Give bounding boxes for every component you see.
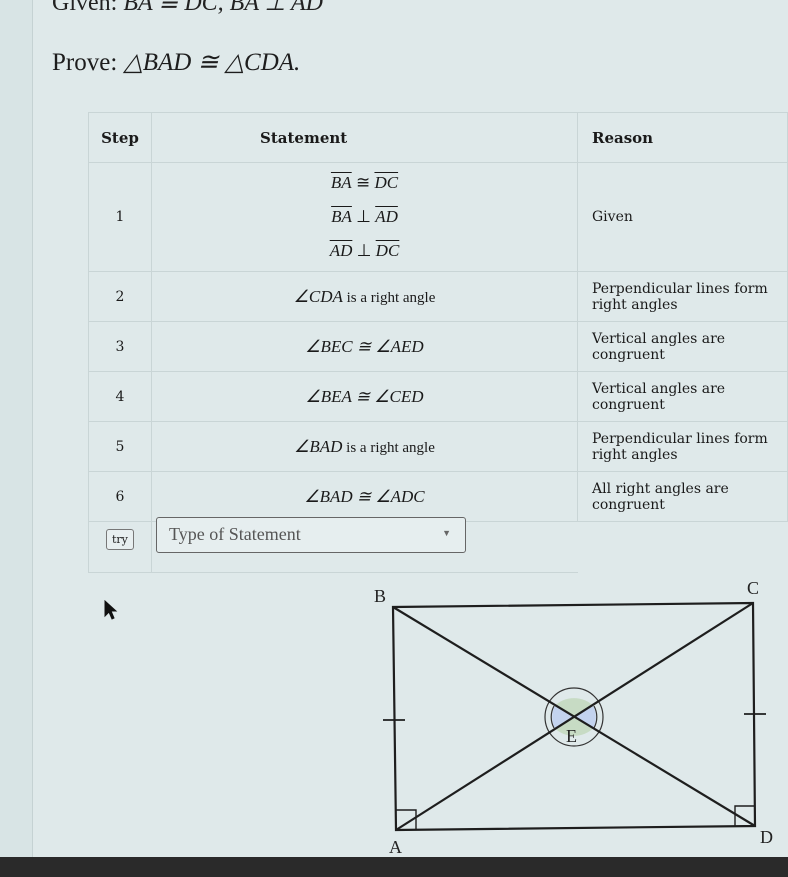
label-b: B bbox=[374, 586, 386, 606]
step-number: 6 bbox=[88, 471, 152, 522]
header-statement: Statement bbox=[151, 112, 578, 163]
label-a: A bbox=[389, 837, 402, 857]
statement-text: is a right angle bbox=[342, 439, 435, 456]
given-label: Given: bbox=[52, 0, 118, 16]
reason-cell: Given bbox=[577, 162, 788, 272]
reason-cell: Vertical angles are congruent bbox=[577, 371, 788, 422]
header-step: Step bbox=[88, 112, 152, 163]
statement-cell: ∠CDA is a right angle bbox=[151, 271, 578, 322]
step-number: 2 bbox=[88, 271, 152, 322]
statement-math: ∠BAD ≅ ∠ADC bbox=[304, 486, 425, 506]
statement-text: is a right angle bbox=[342, 289, 436, 306]
rectangle-diagram: B C A D E bbox=[374, 578, 773, 857]
header-reason: Reason bbox=[577, 112, 788, 163]
screen-bottom-bezel bbox=[0, 857, 788, 877]
mouse-cursor-icon bbox=[104, 600, 118, 620]
statement-math: ∠CDA bbox=[293, 286, 343, 306]
reason-cell: Vertical angles are congruent bbox=[577, 321, 788, 372]
left-margin-strip bbox=[0, 0, 33, 877]
statement-math: ∠BEA ≅ ∠CED bbox=[305, 386, 424, 406]
empty-reason-cell bbox=[578, 522, 788, 573]
statement-line: BA ⊥ AD bbox=[331, 207, 398, 226]
statement-cell: ∠BEC ≅ ∠AED bbox=[151, 321, 578, 372]
prove-math: △BAD ≅ △CDA. bbox=[123, 49, 301, 76]
table-header-row: Step Statement Reason bbox=[88, 112, 788, 163]
statement-type-select[interactable]: Type of Statement ▼ bbox=[156, 517, 466, 553]
given-text: BA ≅ DC, BA ⊥ AD bbox=[123, 0, 324, 16]
step-number: 5 bbox=[88, 421, 152, 472]
step-number: 1 bbox=[88, 162, 152, 272]
statement-cell: ∠BAD ≅ ∠ADC bbox=[151, 471, 578, 522]
statement-math: ∠BEC ≅ ∠AED bbox=[305, 336, 424, 356]
statement-cell: ∠BEA ≅ ∠CED bbox=[151, 371, 578, 422]
proof-table: Step Statement Reason 1 BA ≅ DC BA ⊥ AD … bbox=[88, 112, 788, 573]
statement-cell: ∠BAD is a right angle bbox=[151, 421, 578, 472]
table-row: 2 ∠CDA is a right angle Perpendicular li… bbox=[88, 271, 788, 322]
given-statement: Given: BA ≅ DC, BA ⊥ AD bbox=[52, 0, 323, 17]
try-button[interactable]: try bbox=[106, 529, 134, 550]
caret-down-icon: ▼ bbox=[442, 528, 451, 538]
prove-label: Prove: bbox=[52, 49, 118, 76]
step-number: 4 bbox=[88, 371, 152, 422]
reason-cell: Perpendicular lines form right angles bbox=[577, 271, 788, 322]
statement-line: AD ⊥ DC bbox=[329, 241, 400, 260]
label-c: C bbox=[747, 578, 759, 598]
label-d: D bbox=[760, 827, 773, 847]
try-button-wrap: try bbox=[106, 528, 134, 550]
prove-statement: Prove: △BAD ≅ △CDA. bbox=[52, 47, 300, 77]
reason-cell: Perpendicular lines form right angles bbox=[577, 421, 788, 472]
table-row: 3 ∠BEC ≅ ∠AED Vertical angles are congru… bbox=[88, 321, 788, 372]
label-e: E bbox=[566, 726, 577, 746]
table-row: 1 BA ≅ DC BA ⊥ AD AD ⊥ DC Given bbox=[88, 162, 788, 272]
table-row: 6 ∠BAD ≅ ∠ADC All right angles are congr… bbox=[88, 471, 788, 522]
step-number: 3 bbox=[88, 321, 152, 372]
reason-cell: All right angles are congruent bbox=[577, 471, 788, 522]
statement-math: ∠BAD bbox=[294, 436, 343, 456]
table-row: 4 ∠BEA ≅ ∠CED Vertical angles are congru… bbox=[88, 371, 788, 422]
select-placeholder: Type of Statement bbox=[169, 524, 301, 544]
statement-line: BA ≅ DC bbox=[330, 173, 399, 192]
table-row: 5 ∠BAD is a right angle Perpendicular li… bbox=[88, 421, 788, 472]
statement-cell: BA ≅ DC BA ⊥ AD AD ⊥ DC bbox=[151, 162, 578, 272]
diagonal-ac bbox=[395, 602, 754, 831]
